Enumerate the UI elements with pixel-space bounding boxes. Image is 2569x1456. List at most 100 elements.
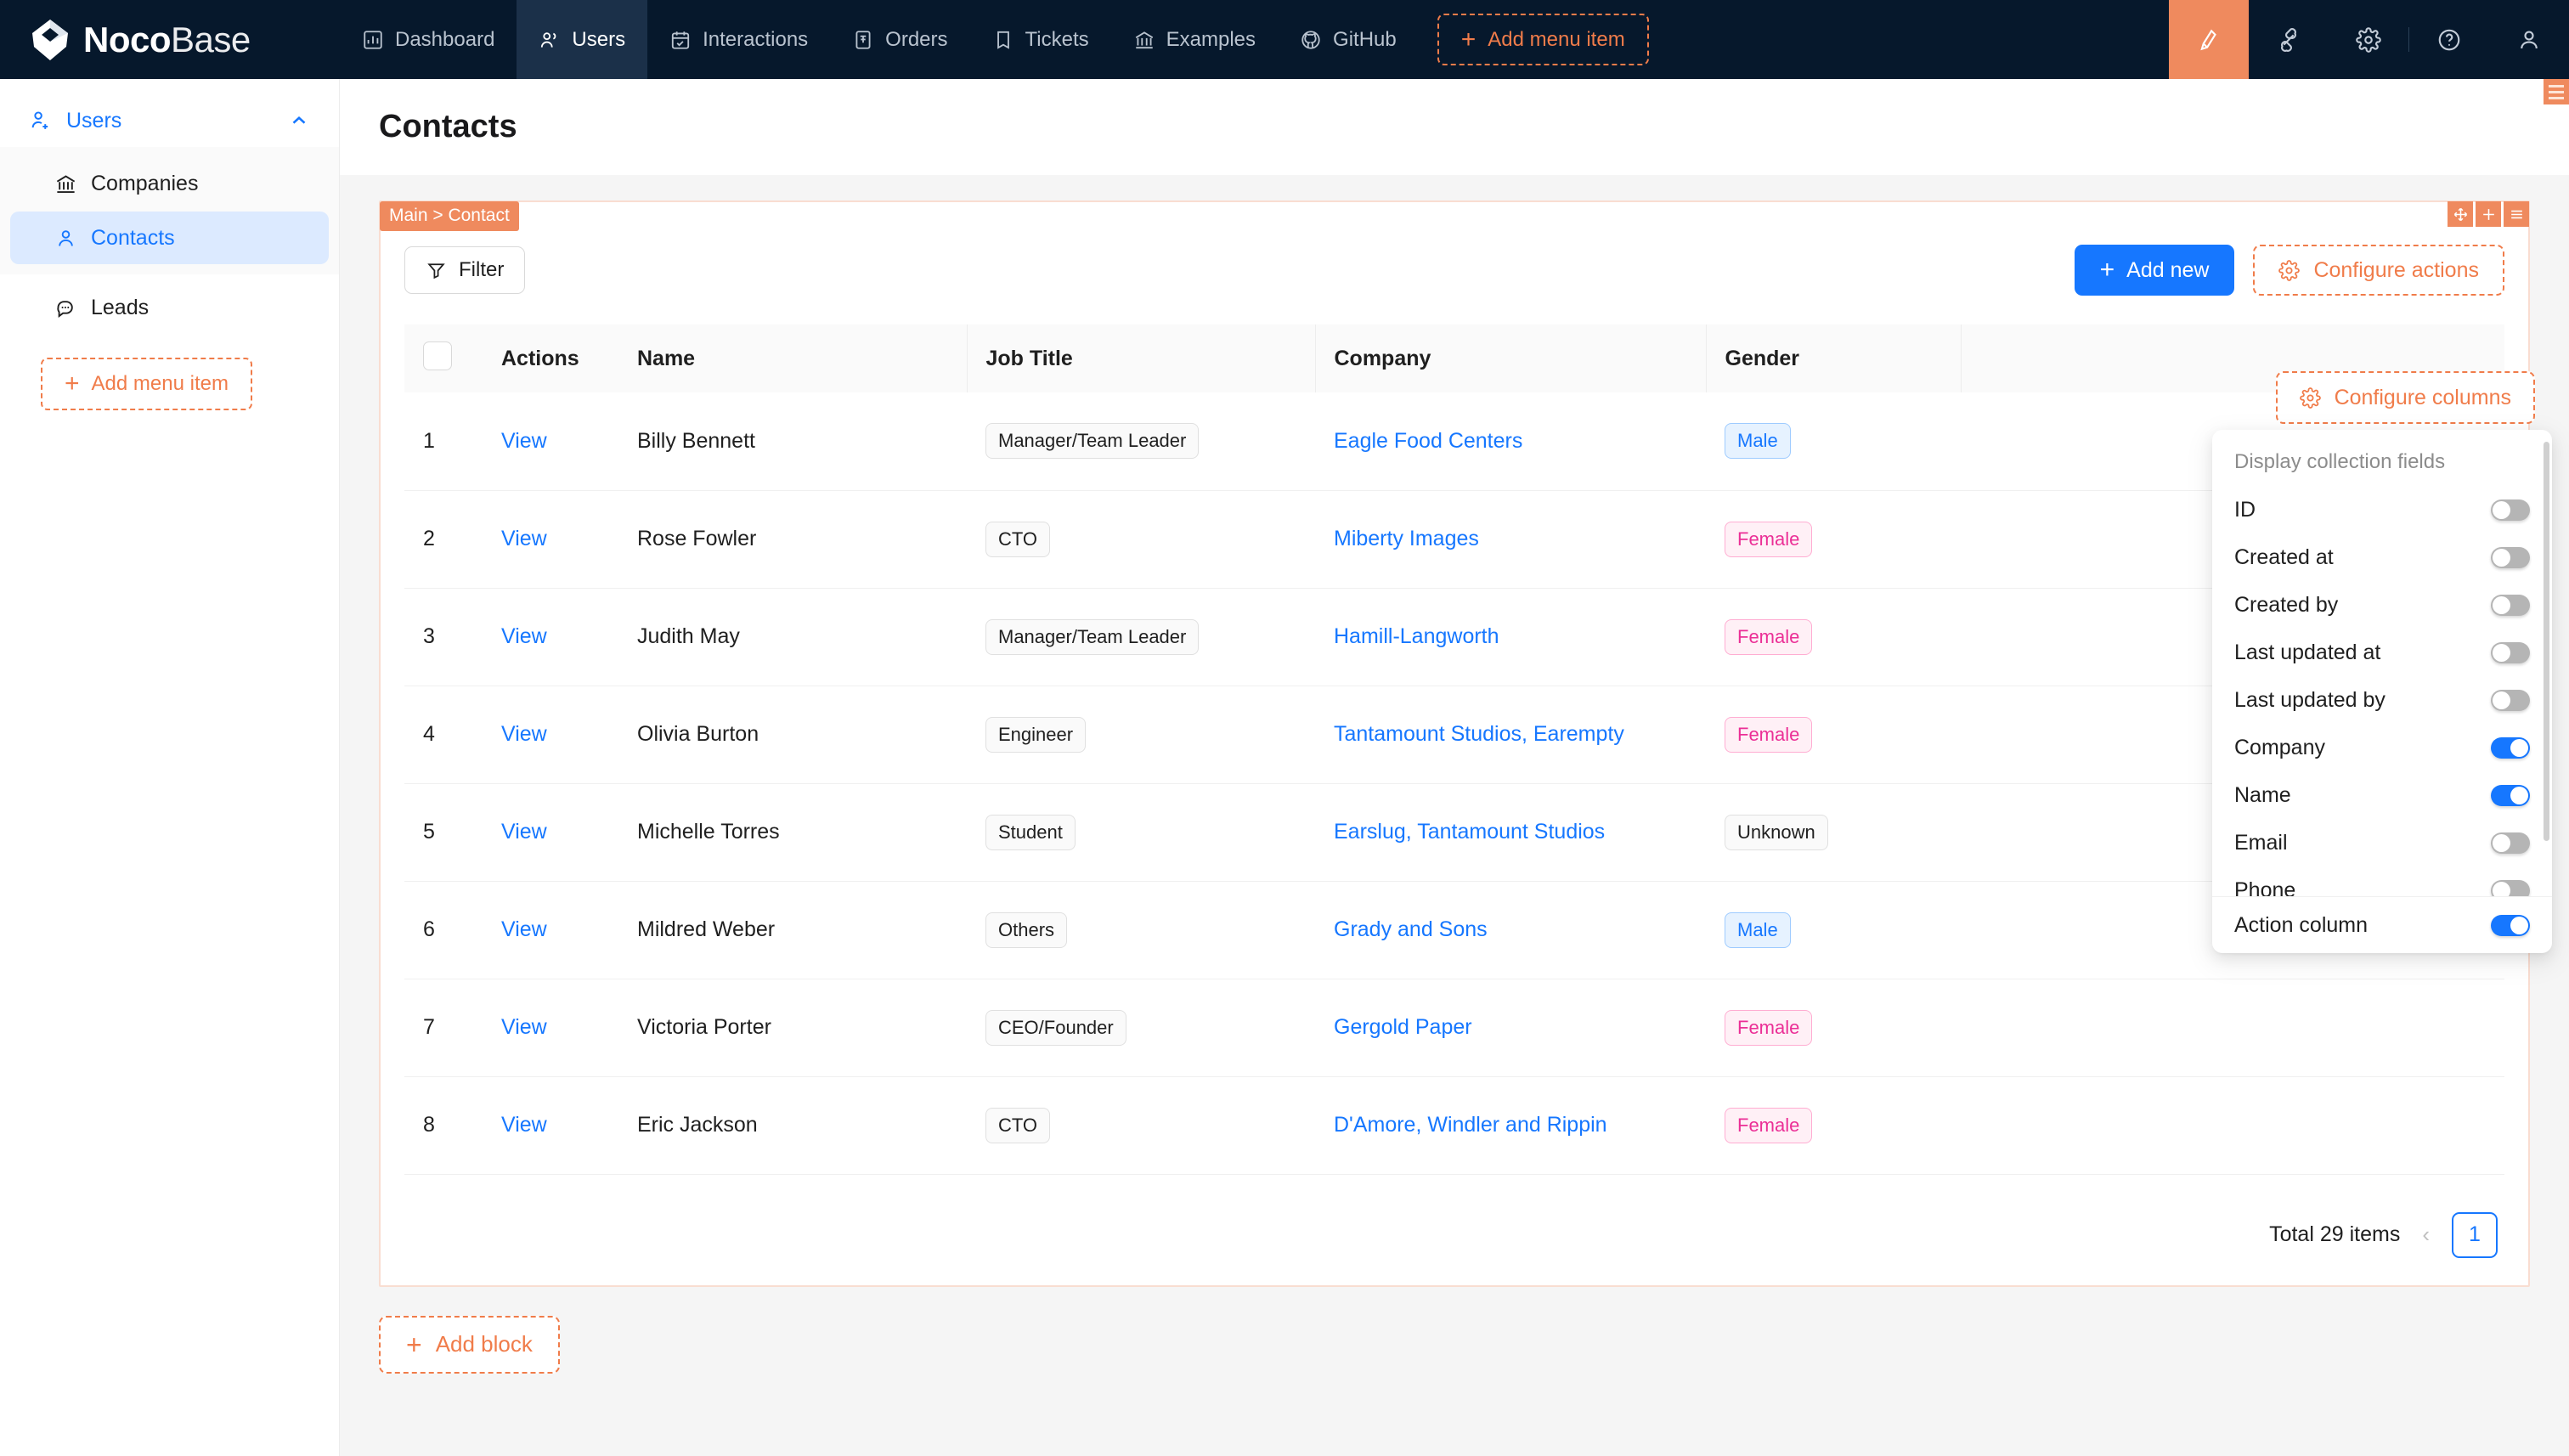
column-header-actions[interactable]: Actions	[483, 324, 618, 392]
dropdown-field-toggle[interactable]	[2491, 784, 2530, 806]
dropdown-field-row[interactable]: Company	[2212, 724, 2552, 771]
column-header-name[interactable]: Name	[618, 324, 968, 392]
dropdown-field-toggle[interactable]	[2491, 499, 2530, 521]
dropdown-footer-action-column[interactable]: Action column	[2212, 897, 2552, 953]
sidebar-item-label: Contacts	[91, 225, 175, 250]
view-link[interactable]: View	[501, 429, 547, 453]
table-row[interactable]: 7 View Victoria Porter CEO/Founder Gergold P…	[404, 979, 2504, 1077]
table-row[interactable]: 2 View Rose Fowler CTO Miberty Images Female	[404, 490, 2504, 589]
view-link[interactable]: View	[501, 1015, 547, 1039]
dropdown-field-toggle[interactable]	[2491, 689, 2530, 711]
add-block-button[interactable]: + Add block	[379, 1315, 560, 1374]
table-row[interactable]: 3 View Judith May Manager/Team Leader Hamill…	[404, 588, 2504, 686]
nav-item-users[interactable]: Users	[517, 0, 648, 79]
block-drag-handle[interactable]	[2448, 201, 2473, 227]
brand-text: NocoBase	[83, 19, 251, 59]
view-link[interactable]: View	[501, 917, 547, 941]
dropdown-field-row[interactable]: Phone	[2212, 866, 2552, 896]
dropdown-field-row[interactable]: ID	[2212, 486, 2552, 533]
company-link[interactable]: D'Amore, Windler and Rippin	[1334, 1113, 1607, 1137]
brand-text-primary: Noco	[83, 19, 172, 59]
view-link[interactable]: View	[501, 1113, 547, 1137]
table-row[interactable]: 1 View Billy Bennett Manager/Team Leader Eag…	[404, 392, 2504, 491]
block-add-button[interactable]	[2476, 201, 2501, 227]
dropdown-field-toggle[interactable]	[2491, 546, 2530, 568]
block-action-bar: Filter + Add new Configure actions	[404, 221, 2504, 302]
job-title-tag: Manager/Team Leader	[985, 618, 1200, 655]
dropdown-scrollbar[interactable]	[2544, 442, 2549, 841]
column-header-job-title[interactable]: Job Title	[967, 324, 1316, 392]
sidebar-add-menu-item-button[interactable]: + Add menu item	[41, 358, 252, 410]
view-link[interactable]: View	[501, 820, 547, 844]
dropdown-field-toggle[interactable]	[2491, 879, 2530, 896]
column-header-gender[interactable]: Gender	[1706, 324, 1962, 392]
pagination-page-1[interactable]: 1	[2452, 1211, 2498, 1258]
table-row[interactable]: 6 View Mildred Weber Others Grady and Sons Ma…	[404, 881, 2504, 979]
nav-item-tickets[interactable]: Tickets	[970, 0, 1111, 79]
table-row[interactable]: 4 View Olivia Burton Engineer Tantamount Stu…	[404, 686, 2504, 784]
sidebar-group-label: Users	[66, 108, 122, 133]
filter-button[interactable]: Filter	[404, 246, 526, 294]
dropdown-field-row[interactable]: Created at	[2212, 533, 2552, 581]
row-gender: Female	[1706, 1076, 1961, 1175]
table-header: Actions Name Job Title Company Gender	[404, 324, 2504, 392]
dropdown-field-row[interactable]: Email	[2212, 819, 2552, 866]
settings-button[interactable]	[2329, 0, 2408, 79]
company-link[interactable]: Earslug, Tantamount Studios	[1334, 820, 1605, 844]
brand-logo-area[interactable]: NocoBase	[0, 0, 340, 79]
filter-label: Filter	[459, 258, 505, 281]
plus-icon: +	[406, 1329, 422, 1360]
table-row[interactable]: 5 View Michelle Torres Student Earslug, Tant…	[404, 783, 2504, 882]
company-link[interactable]: Hamill-Langworth	[1334, 624, 1499, 648]
company-link[interactable]: Tantamount Studios, Earempty	[1334, 722, 1624, 746]
ui-editor-toggle-button[interactable]	[2169, 0, 2249, 79]
page-header: Contacts	[340, 79, 2569, 175]
pagination-prev-button[interactable]: ‹	[2422, 1222, 2430, 1248]
nav-item-examples[interactable]: Examples	[1111, 0, 1278, 79]
page-settings-menu-button[interactable]	[2544, 79, 2569, 104]
dropdown-field-toggle[interactable]	[2491, 641, 2530, 663]
plugin-manager-button[interactable]	[2249, 0, 2329, 79]
row-job-title: Engineer	[967, 686, 1315, 784]
view-link[interactable]: View	[501, 527, 547, 550]
table-row[interactable]: 8 View Eric Jackson CTO D'Amore, Windler and…	[404, 1076, 2504, 1175]
sidebar-group-users[interactable]: Users	[0, 94, 339, 147]
highlighter-icon	[2200, 29, 2216, 50]
dropdown-field-label: Email	[2234, 830, 2288, 855]
company-link[interactable]: Eagle Food Centers	[1334, 429, 1522, 453]
nav-item-dashboard[interactable]: Dashboard	[340, 0, 517, 79]
dropdown-field-row[interactable]: Name	[2212, 771, 2552, 819]
row-index: 4	[404, 686, 483, 784]
dropdown-field-toggle[interactable]	[2491, 736, 2530, 759]
add-menu-item-button[interactable]: + Add menu item	[1437, 14, 1649, 65]
sidebar-item-leads[interactable]: Leads	[10, 281, 329, 334]
company-link[interactable]: Gergold Paper	[1334, 1015, 1472, 1039]
block-menu-button[interactable]	[2504, 201, 2529, 227]
sidebar-item-companies[interactable]: Companies	[10, 157, 329, 210]
view-link[interactable]: View	[501, 624, 547, 648]
job-title-tag: Manager/Team Leader	[985, 423, 1200, 460]
plus-icon: +	[2099, 256, 2115, 284]
dropdown-field-row[interactable]: Last updated at	[2212, 629, 2552, 676]
add-new-button[interactable]: + Add new	[2074, 245, 2235, 296]
user-account-button[interactable]	[2489, 0, 2569, 79]
dropdown-field-toggle[interactable]	[2491, 832, 2530, 854]
dropdown-field-row[interactable]: Created by	[2212, 581, 2552, 629]
configure-actions-button[interactable]: Configure actions	[2253, 245, 2504, 296]
view-link[interactable]: View	[501, 722, 547, 746]
nav-item-github[interactable]: GitHub	[1278, 0, 1419, 79]
company-link[interactable]: Grady and Sons	[1334, 917, 1488, 941]
nav-item-orders[interactable]: Orders	[830, 0, 969, 79]
column-header-company[interactable]: Company	[1315, 324, 1707, 392]
dropdown-field-toggle[interactable]	[2491, 594, 2530, 616]
help-button[interactable]	[2409, 0, 2489, 79]
nav-item-interactions[interactable]: Interactions	[647, 0, 830, 79]
configure-columns-button[interactable]: Configure columns	[2275, 371, 2535, 424]
select-all-checkbox[interactable]	[423, 341, 452, 370]
help-icon	[2438, 29, 2460, 50]
company-link[interactable]: Miberty Images	[1334, 527, 1479, 550]
row-company: Earslug, Tantamount Studios	[1315, 783, 1706, 882]
dropdown-field-row[interactable]: Last updated by	[2212, 676, 2552, 724]
sidebar-item-contacts[interactable]: Contacts	[10, 212, 329, 264]
action-column-toggle[interactable]	[2491, 914, 2530, 936]
